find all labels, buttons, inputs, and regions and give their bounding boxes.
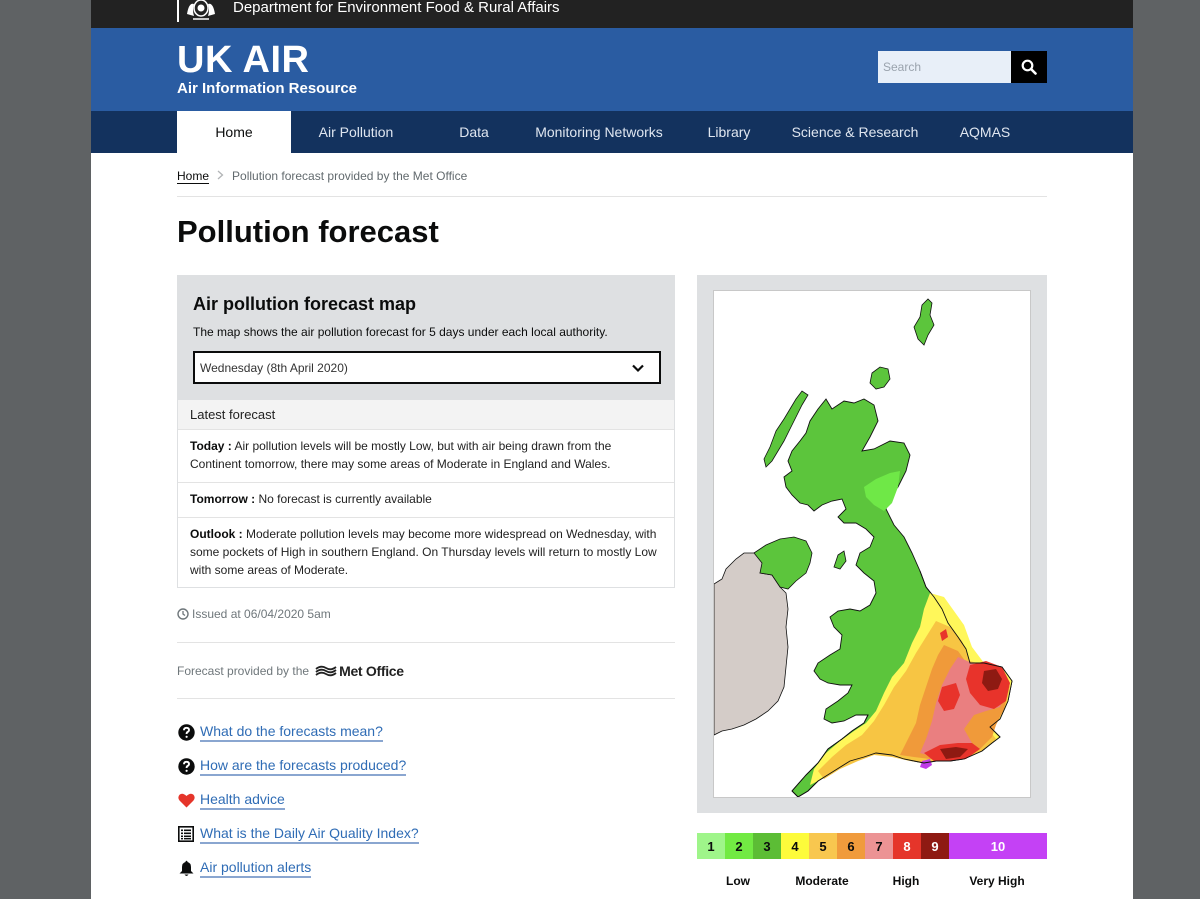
breadcrumb-home-link[interactable]: Home xyxy=(177,166,209,186)
heart-icon xyxy=(177,791,195,809)
clock-icon xyxy=(177,608,189,620)
forecast-map-heading: Air pollution forecast map xyxy=(193,294,417,314)
link-item: Health advice xyxy=(177,788,285,812)
met-office-waves-icon xyxy=(315,665,337,677)
forecast-map-panel xyxy=(697,275,1047,813)
legend-band-5: 5 xyxy=(809,833,837,859)
forecast-label: Tomorrow : xyxy=(190,492,256,506)
met-office-logo[interactable]: Met Office xyxy=(315,662,404,680)
question-circle-icon xyxy=(177,723,195,741)
nav-library[interactable]: Library xyxy=(699,111,759,153)
link-health-advice[interactable]: Health advice xyxy=(200,790,285,810)
link-forecasts-meaning[interactable]: What do the forecasts mean? xyxy=(200,722,383,742)
forecast-provider: Forecast provided by the Met Office xyxy=(177,662,404,680)
site-header: UK AIR Air Information Resource xyxy=(91,28,1133,111)
forecast-label: Today : xyxy=(190,439,232,453)
list-icon xyxy=(177,825,195,843)
legend-band-7: 7 xyxy=(865,833,893,859)
latest-forecast-heading: Latest forecast xyxy=(190,407,276,422)
daqi-legend: 1 2 3 4 5 6 7 8 9 10 xyxy=(697,833,1047,859)
forecast-map-controls: Air pollution forecast map The map shows… xyxy=(178,276,674,400)
search-form xyxy=(878,51,1047,83)
forecast-label: Outlook : xyxy=(190,527,243,541)
legend-band-9: 9 xyxy=(921,833,949,859)
nav-science-research[interactable]: Science & Research xyxy=(789,111,921,153)
link-pollution-alerts[interactable]: Air pollution alerts xyxy=(200,858,312,878)
issued-text: Issued at 06/04/2020 5am xyxy=(192,607,331,621)
nav-air-pollution[interactable]: Air Pollution xyxy=(301,111,411,153)
nav-home[interactable]: Home xyxy=(177,111,291,153)
chevron-right-icon xyxy=(217,166,224,186)
divider xyxy=(177,642,675,643)
map-isle-of-man xyxy=(833,550,847,570)
legend-band-1: 1 xyxy=(697,833,725,859)
forecast-text: No forecast is currently available xyxy=(255,492,432,506)
latest-forecast-header: Latest forecast xyxy=(178,400,674,430)
forecast-map[interactable] xyxy=(713,290,1031,798)
forecast-text: Moderate pollution levels may become mor… xyxy=(190,527,657,577)
breadcrumb-divider xyxy=(177,196,1047,197)
forecast-row-tomorrow: Tomorrow : No forecast is currently avai… xyxy=(178,483,674,518)
legend-band-6: 6 xyxy=(837,833,865,859)
legend-band-3: 3 xyxy=(753,833,781,859)
main-navigation: Home Air Pollution Data Monitoring Netwo… xyxy=(91,111,1133,153)
forecast-row-outlook: Outlook : Moderate pollution levels may … xyxy=(178,518,674,588)
search-button[interactable] xyxy=(1011,51,1047,83)
legend-label-low: Low xyxy=(726,874,750,888)
uk-pollution-map xyxy=(714,298,1013,797)
forecast-day-select[interactable]: Wednesday (8th April 2020) xyxy=(193,351,661,384)
breadcrumb-current: Pollution forecast provided by the Met O… xyxy=(232,169,468,183)
nav-monitoring-networks[interactable]: Monitoring Networks xyxy=(529,111,669,153)
provider-text: Forecast provided by the xyxy=(177,664,310,678)
crest-divider xyxy=(177,0,179,22)
nav-data[interactable]: Data xyxy=(441,111,507,153)
link-forecasts-produced[interactable]: How are the forecasts produced? xyxy=(200,756,407,776)
legend-label-moderate: Moderate xyxy=(795,874,849,888)
page-title: Pollution forecast xyxy=(177,214,439,249)
question-circle-icon xyxy=(177,757,195,775)
royal-crest-icon xyxy=(187,0,215,20)
forecast-map-description: The map shows the air pollution forecast… xyxy=(193,325,608,339)
issued-timestamp: Issued at 06/04/2020 5am xyxy=(177,605,331,623)
divider xyxy=(177,698,675,699)
link-item: What do the forecasts mean? xyxy=(177,720,383,744)
site-title[interactable]: UK AIR xyxy=(177,39,309,81)
forecast-day-selected: Wednesday (8th April 2020) xyxy=(200,361,348,375)
daqi-legend-labels: Low Moderate High Very High xyxy=(697,872,1047,890)
forecast-text: Air pollution levels will be mostly Low,… xyxy=(190,439,612,471)
legend-label-high: High xyxy=(892,874,920,888)
link-daily-aqi[interactable]: What is the Daily Air Quality Index? xyxy=(200,824,419,844)
bell-icon xyxy=(177,859,195,877)
nav-aqmas[interactable]: AQMAS xyxy=(951,111,1019,153)
department-name: Department for Environment Food & Rural … xyxy=(233,0,560,16)
map-shetland xyxy=(913,298,935,346)
met-office-logo-text: Met Office xyxy=(339,663,404,679)
page: Department for Environment Food & Rural … xyxy=(91,0,1133,899)
link-item: How are the forecasts produced? xyxy=(177,754,407,778)
link-item: Air pollution alerts xyxy=(177,856,312,880)
chevron-down-icon xyxy=(632,364,644,373)
forecast-panel: Air pollution forecast map The map shows… xyxy=(177,275,675,588)
legend-band-4: 4 xyxy=(781,833,809,859)
link-item: What is the Daily Air Quality Index? xyxy=(177,822,419,846)
site-subtitle: Air Information Resource xyxy=(177,80,358,97)
map-orkney xyxy=(869,366,891,390)
search-icon xyxy=(1021,59,1037,75)
government-bar: Department for Environment Food & Rural … xyxy=(91,0,1133,28)
search-input[interactable] xyxy=(878,51,1011,83)
legend-band-8: 8 xyxy=(893,833,921,859)
legend-band-10: 10 xyxy=(949,833,1047,859)
legend-band-2: 2 xyxy=(725,833,753,859)
breadcrumb: Home Pollution forecast provided by the … xyxy=(177,166,467,186)
legend-label-very-high: Very High xyxy=(969,874,1025,888)
forecast-row-today: Today : Air pollution levels will be mos… xyxy=(178,430,674,483)
